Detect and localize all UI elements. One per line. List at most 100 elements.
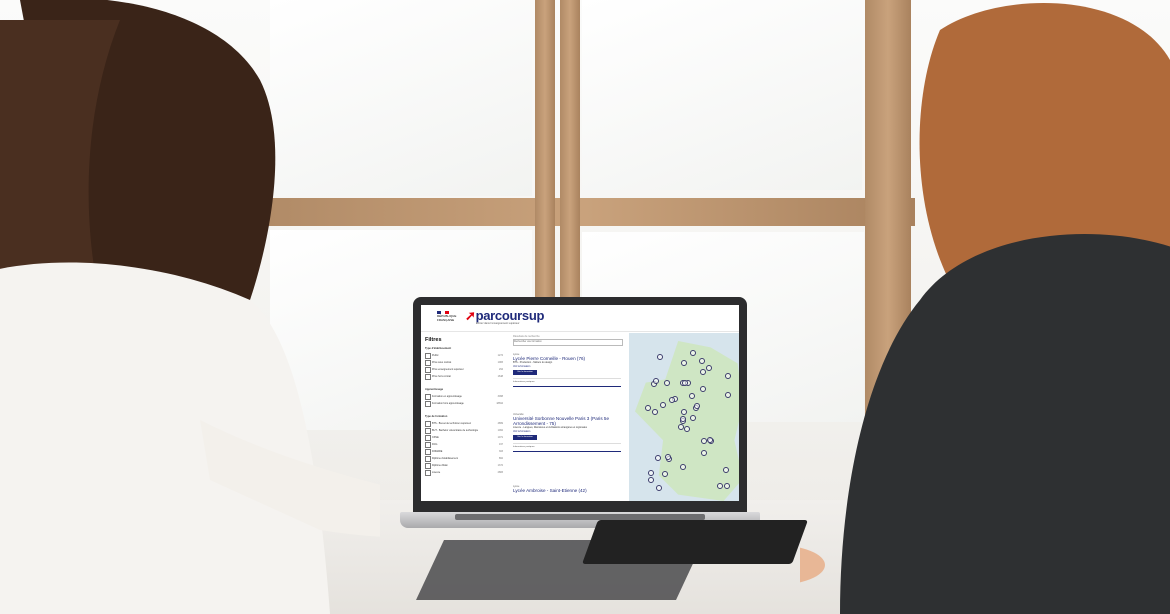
map-marker[interactable] [723, 482, 730, 489]
filter-count: 2883 [497, 471, 503, 474]
checkbox[interactable] [425, 435, 431, 441]
filters-title: Filtres [425, 337, 442, 343]
map-marker[interactable] [654, 455, 661, 462]
checkbox[interactable] [425, 360, 431, 366]
filter-label: Privé enseignement supérieur [432, 368, 464, 371]
checkbox[interactable] [425, 470, 431, 476]
map-marker[interactable] [706, 436, 713, 443]
filter-count: 862 [499, 457, 503, 460]
filter-option[interactable]: BUT - Bachelor universitaire de technolo… [425, 428, 503, 434]
filter-group-label: Type d'établissement [425, 347, 452, 350]
filter-option[interactable]: Formation hors apprentissage 18694 [425, 401, 503, 407]
card-description: Licence - Langues, littératures et civil… [513, 426, 587, 429]
checkbox[interactable] [425, 401, 431, 407]
filter-label: Formation hors apprentissage [432, 402, 464, 405]
checkbox[interactable] [425, 421, 431, 427]
filter-label: Privé sous contrat [432, 361, 452, 364]
filter-count: 1274 [497, 354, 503, 357]
photo-scene: RÉPUBLIQUE FRANÇAISE ➚parcoursup Entrez … [0, 0, 1170, 614]
map-marker[interactable] [677, 424, 684, 431]
filter-label: CPGE [432, 436, 439, 439]
map-marker[interactable] [655, 484, 662, 491]
notebook-on-desk [581, 520, 809, 564]
card-divider [513, 451, 621, 452]
filter-option[interactable]: Licence 2883 [425, 470, 503, 476]
filter-count: 1071 [497, 436, 503, 439]
map-marker[interactable] [684, 425, 691, 432]
filter-label: BUT - Bachelor universitaire de technolo… [432, 429, 479, 432]
filter-option[interactable]: Privé hors contrat 1648 [425, 374, 503, 380]
filter-label: Diplôme d'Etat [432, 464, 448, 467]
map-marker[interactable] [679, 416, 686, 423]
card-description: BTS - Production - Métiers du design [513, 361, 553, 364]
card-title[interactable]: Université Sorbonne Nouvelle Paris 3 (Pa… [513, 416, 621, 426]
view-formation-button[interactable]: Voir la formation [513, 435, 537, 440]
filter-label: Licence [432, 471, 441, 474]
result-card[interactable]: Lycée Lycée Ambroise - Saint-Etienne (42… [513, 485, 621, 493]
map-marker[interactable] [679, 464, 686, 471]
checkbox[interactable] [425, 394, 431, 400]
republique-francaise-logo: RÉPUBLIQUE FRANÇAISE [437, 311, 456, 325]
filter-label: BTS - Brevet de technicien supérieur [432, 422, 472, 425]
filter-count: 18694 [496, 402, 503, 405]
checkbox[interactable] [425, 428, 431, 434]
filter-option[interactable]: Privé sous contrat 1083 [425, 360, 503, 366]
map-marker[interactable] [716, 482, 723, 489]
window-frame-mullion-mid [560, 0, 580, 300]
checkbox[interactable] [425, 367, 431, 373]
map-marker[interactable] [700, 437, 707, 444]
search-input[interactable]: Rechercher une formation [513, 339, 623, 346]
arrow-icon: ➚ [465, 308, 476, 323]
filter-option[interactable]: Formation en apprentissage 3068 [425, 394, 503, 400]
map-marker[interactable] [680, 359, 687, 366]
checkbox[interactable] [425, 374, 431, 380]
filter-count: 197 [499, 443, 503, 446]
more-info-toggle[interactable]: Informations pratiques [513, 378, 621, 383]
filter-option[interactable]: Diplôme d'Etat 1372 [425, 463, 503, 469]
checkbox[interactable] [425, 449, 431, 455]
filter-option[interactable]: CPGE 1071 [425, 435, 503, 441]
filter-label: Public [432, 354, 439, 357]
filter-group-label: Type de formation [425, 415, 448, 418]
person-right [800, 3, 1170, 614]
map-marker[interactable] [680, 408, 687, 415]
view-formation-button[interactable]: Voir la formation [513, 370, 537, 375]
result-card[interactable]: Lycée Lycée Pierre Corneille - Rouen (76… [513, 353, 621, 387]
filter-label: Privé hors contrat [432, 375, 451, 378]
map-marker[interactable] [659, 402, 666, 409]
filter-option[interactable]: DNMADE 303 [425, 449, 503, 455]
result-card[interactable]: Université Université Sorbonne Nouvelle … [513, 413, 621, 452]
card-link[interactable]: Voir la formation [513, 430, 621, 433]
map-marker[interactable] [656, 354, 663, 360]
map-marker[interactable] [648, 476, 654, 483]
map-marker[interactable] [651, 409, 658, 416]
filters-panel: Filtres Type d'établissement Public 1274 … [421, 335, 507, 501]
window-frame-mullion-left [535, 0, 555, 300]
filter-count: 303 [499, 450, 503, 453]
filter-option[interactable]: BTS - Brevet de technicien supérieur 4869 [425, 421, 503, 427]
filter-count: 1062 [497, 429, 503, 432]
map-marker[interactable] [698, 357, 705, 364]
card-title[interactable]: Lycée Ambroise - Saint-Etienne (42) [513, 488, 621, 493]
map-marker[interactable] [662, 470, 668, 477]
more-info-toggle[interactable]: Informations pratiques [513, 443, 621, 448]
checkbox[interactable] [425, 442, 431, 448]
filter-group-label: Apprentissage [425, 388, 444, 391]
checkbox[interactable] [425, 463, 431, 469]
filter-option[interactable]: DCG 197 [425, 442, 503, 448]
filter-option[interactable]: Diplôme d'établissement 862 [425, 456, 503, 462]
filter-option[interactable]: Privé enseignement supérieur 294 [425, 367, 503, 373]
filter-count: 3068 [497, 395, 503, 398]
breadcrumb[interactable]: Résultats de recherche [513, 335, 540, 338]
checkbox[interactable] [425, 456, 431, 462]
card-divider [513, 386, 621, 387]
filter-option[interactable]: Public 1274 [425, 353, 503, 359]
checkbox[interactable] [425, 353, 431, 359]
brand-tagline: Entrez dans l'enseignement supérieur [476, 322, 520, 325]
laptop: RÉPUBLIQUE FRANÇAISE ➚parcoursup Entrez … [413, 297, 747, 516]
map-marker[interactable] [647, 470, 654, 477]
filter-label: Formation en apprentissage [432, 395, 462, 398]
card-link[interactable]: Voir la formation [513, 365, 621, 368]
map-marker[interactable] [645, 404, 652, 411]
results-map[interactable] [629, 333, 739, 501]
